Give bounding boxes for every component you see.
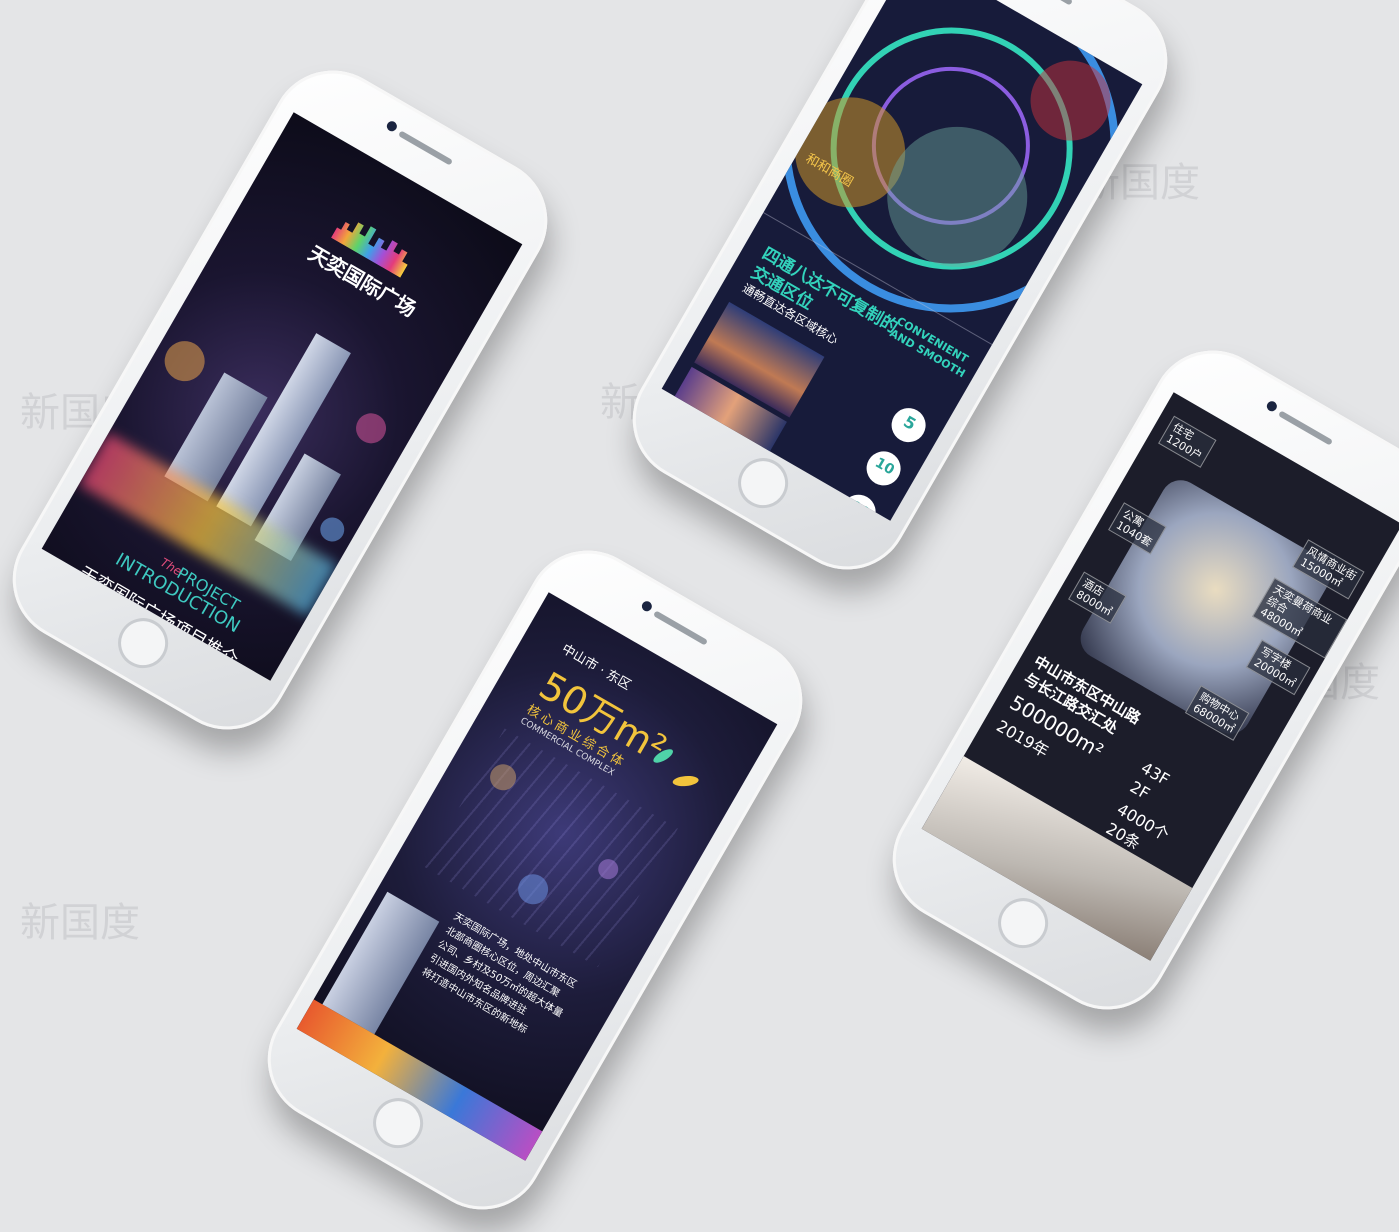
time-badge: 10	[860, 445, 907, 492]
phone-complex: 中山市 · 东区 50万m² 核心商业综合体 COMMERCIAL COMPLE…	[245, 527, 825, 1232]
badge-value: 5	[900, 411, 920, 434]
screen-intro: 天奕国际广场 The PROJECT INTRODUCTION 天奕国际广场项目…	[41, 112, 523, 681]
time-badge: 5	[885, 401, 932, 449]
badge-value: 20	[847, 498, 873, 521]
bokeh-light	[157, 333, 212, 389]
speaker-grille	[1018, 0, 1073, 6]
screen-map: 和和商圈 四通八达不可复制的 交通区位 通畅直达各区域核心 CONVENIENT…	[661, 0, 1143, 521]
bokeh-light	[350, 407, 392, 449]
bokeh-light	[315, 513, 349, 546]
front-camera	[640, 599, 654, 614]
screen-complex: 中山市 · 东区 50万m² 核心商业综合体 COMMERCIAL COMPLE…	[296, 592, 778, 1161]
time-badge: 20	[835, 488, 882, 521]
tower-render	[322, 891, 440, 1035]
feather-icon	[672, 774, 700, 788]
speaker-grille	[398, 130, 453, 166]
front-camera	[1265, 399, 1279, 414]
stat-tag: 住宅 1200户	[1158, 415, 1217, 468]
badge-value: 10	[872, 454, 898, 479]
speaker-grille	[1278, 410, 1333, 446]
front-camera	[385, 119, 399, 134]
screen-stats: 住宅 1200户 公寓 1040套 风情商业街 15000㎡ 天奕曼荷商业综合 4800…	[921, 392, 1399, 961]
watermark: 新国度	[20, 900, 140, 946]
speaker-grille	[653, 610, 708, 646]
